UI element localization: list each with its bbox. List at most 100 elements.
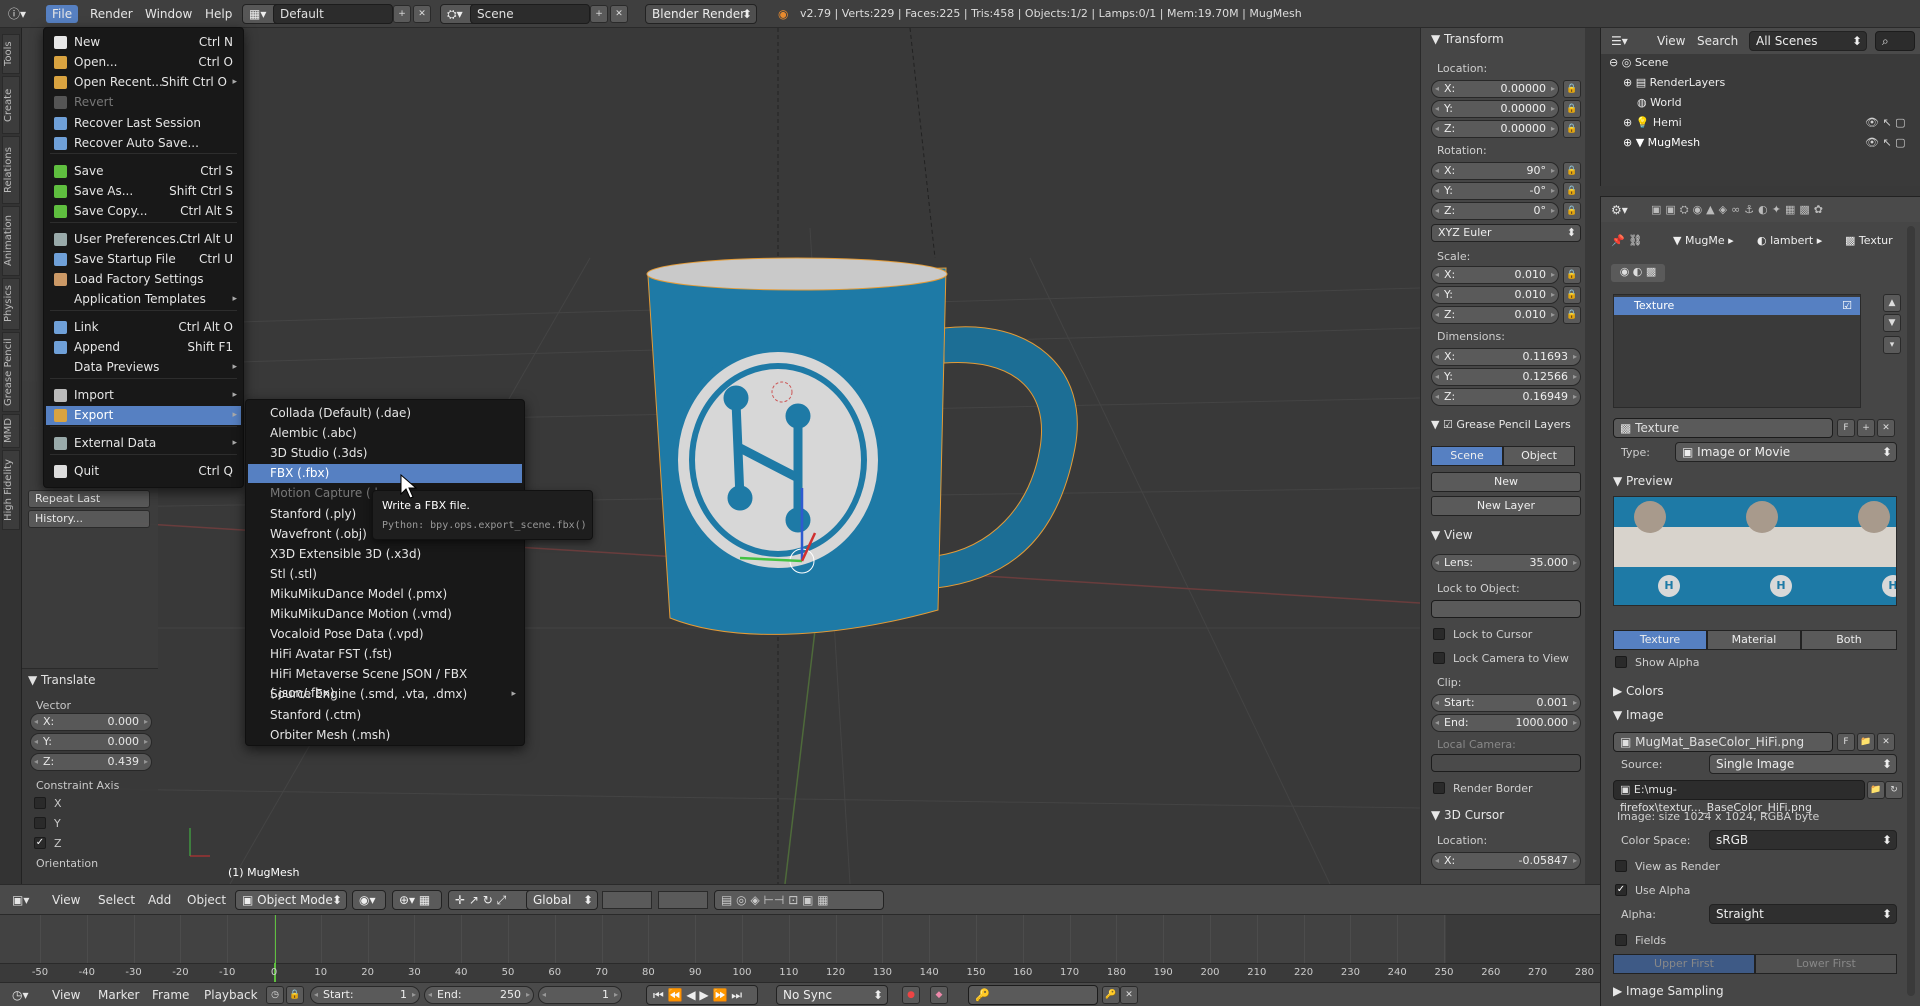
export-item-9[interactable]: MikuMikuDance Model (.pmx) (248, 585, 522, 604)
timeline-menu-view[interactable]: View (52, 985, 80, 1005)
outliner-filter-select[interactable]: All Scenes ⬍ (1749, 31, 1867, 51)
layout-field[interactable]: Default (273, 4, 393, 24)
rotation-mode-select[interactable]: XYZ Euler ⬍ (1431, 224, 1581, 242)
start-frame-field[interactable]: ◂ Start: 1 ▸ (310, 986, 420, 1004)
alpha-mode-select[interactable]: Straight ⬍ (1709, 904, 1897, 924)
visibility-eye-icon[interactable]: 👁 ↖ ▢ (1865, 136, 1906, 149)
record-icon[interactable]: ● (902, 986, 920, 1004)
export-item-16[interactable]: Orbiter Mesh (.msh) (248, 726, 522, 745)
constraint-x-checkbox[interactable] (34, 797, 46, 809)
property-context-icons[interactable]: ▣▣⛭◉▲◈∞⚓◐✦▦▩✿ (1651, 200, 1827, 220)
use-alpha-checkbox[interactable]: ✓ (1615, 884, 1627, 896)
lock-location-y-icon[interactable]: 🔒 (1563, 100, 1581, 118)
timeline-editor-icon[interactable]: ◷▾ (12, 985, 29, 1005)
menu-window[interactable]: Window (145, 5, 192, 23)
export-item-15[interactable]: Stanford (.ctm) (248, 706, 522, 725)
slot-up-icon[interactable]: ▲ (1883, 294, 1901, 312)
shading-select-icon[interactable]: ◉▾ (352, 890, 386, 910)
viewport-menu-view[interactable]: View (52, 890, 80, 910)
timeline-menu-marker[interactable]: Marker (98, 985, 139, 1005)
tab-high-fidelity[interactable]: High Fidelity (2, 450, 20, 530)
export-item-2[interactable]: 3D Studio (.3ds) (248, 444, 522, 463)
texture-name-field[interactable]: ▩ Texture (1613, 418, 1833, 438)
tab-animation[interactable]: Animation (2, 206, 20, 276)
playback-controls[interactable]: ⏮ ⏪ ◀ ▶ ⏩ ⏭ (646, 985, 758, 1005)
show-alpha-checkbox[interactable] (1615, 656, 1627, 668)
viewport-menu-object[interactable]: Object (187, 890, 226, 910)
lock-rotation-x-icon[interactable]: 🔒 (1563, 162, 1581, 180)
tab-grease-pencil[interactable]: Grease Pencil (2, 332, 20, 412)
pivot-select-icon[interactable]: ⊕▾ ▦ (392, 890, 442, 910)
3d-cursor-header[interactable]: ▼ 3D Cursor (1431, 808, 1504, 822)
lock-location-x-icon[interactable]: 🔒 (1563, 80, 1581, 98)
viewport-editor-icon[interactable]: ▣▾ (12, 890, 29, 910)
sync-select[interactable]: No Sync ⬍ (776, 985, 888, 1005)
scale-x-field[interactable]: ◂ X: 0.010 ▸ (1431, 266, 1559, 284)
lock-rotation-y-icon[interactable]: 🔒 (1563, 182, 1581, 200)
texture-slot-list[interactable]: Texture ☑ (1613, 294, 1861, 408)
dimension-x-field[interactable]: ◂ X: 0.11693 ▸ (1431, 348, 1581, 366)
layers-grid-1[interactable] (602, 891, 652, 909)
end-frame-field[interactable]: ◂ End: 250 ▸ (424, 986, 534, 1004)
view-header[interactable]: ▼ View (1431, 528, 1473, 542)
dimension-y-field[interactable]: ◂ Y: 0.12566 ▸ (1431, 368, 1581, 386)
constraint-z-checkbox[interactable]: ✓ (34, 837, 46, 849)
render-engine-select[interactable]: Blender Render ⬍ (645, 4, 757, 24)
file-menu-item-revert[interactable]: Revert (46, 93, 241, 112)
mode-select[interactable]: ▣ Object Mode ⬍ (235, 890, 347, 910)
outliner-editor-icon[interactable]: ☰▾ (1611, 31, 1628, 51)
image-open-icon[interactable]: 📁 (1857, 733, 1875, 751)
export-item-7[interactable]: X3D Extensible 3D (.x3d) (248, 545, 522, 564)
file-menu-item-save-startup-file[interactable]: Save Startup File Ctrl U (46, 250, 241, 269)
lock-location-z-icon[interactable]: 🔒 (1563, 120, 1581, 138)
file-menu-item-data-previews[interactable]: Data Previews ▸ (46, 358, 241, 377)
grease-scene-tab[interactable]: Scene (1431, 446, 1503, 466)
rotation-x-field[interactable]: ◂ X: 90° ▸ (1431, 162, 1559, 180)
texture-type-icons[interactable]: ◉ ◐ ▩ (1611, 264, 1665, 282)
cursor-x-field[interactable]: ◂ X: -0.05847 ▸ (1431, 852, 1581, 870)
outliner-menu-view[interactable]: View (1657, 31, 1685, 51)
properties-editor-icon[interactable]: ⚙▾ (1611, 200, 1628, 220)
lock-object-field[interactable] (1431, 600, 1581, 618)
image-unlink-icon[interactable]: ✕ (1877, 733, 1895, 751)
visibility-eye-icon[interactable]: 👁 ↖ ▢ (1865, 116, 1906, 129)
file-menu-item-open-recent[interactable]: Open Recent... Shift Ctrl O ▸ (46, 73, 241, 92)
color-space-select[interactable]: sRGB ⬍ (1709, 830, 1897, 850)
fake-user-icon[interactable]: F (1837, 419, 1855, 437)
timeline[interactable]: -50 -40 -30 -20 -10 0 10 20 30 40 50 60 70 80 90 100 110… (0, 914, 1600, 983)
grease-pencil-header[interactable]: ▼ ☑ Grease Pencil Layers (1431, 418, 1571, 431)
slot-down-icon[interactable]: ▼ (1883, 314, 1901, 332)
file-menu-item-recover-last-session[interactable]: Recover Last Session (46, 114, 241, 133)
grease-object-tab[interactable]: Object (1503, 446, 1575, 466)
rotation-z-field[interactable]: ◂ Z: 0° ▸ (1431, 202, 1559, 220)
image-path-field[interactable]: ▣ E:\mug-firefox\textur..._BaseColor_HiF… (1613, 780, 1865, 814)
outliner-item-renderlayers[interactable]: ⊕ ▤ RenderLayers (1623, 76, 1725, 89)
translate-header[interactable]: ▼ Translate (28, 673, 96, 687)
image-name-field[interactable]: ▣ MugMat_BaseColor_HiFi.png (1613, 732, 1833, 752)
render-border-checkbox[interactable] (1433, 782, 1445, 794)
export-item-0[interactable]: Collada (Default) (.dae) (248, 404, 522, 423)
file-menu-item-import[interactable]: Import ▸ (46, 386, 241, 405)
texture-slot-item[interactable]: Texture ☑ (1614, 297, 1860, 315)
file-menu-item-save-as[interactable]: Save As... Shift Ctrl S (46, 182, 241, 201)
file-menu-item-quit[interactable]: Quit Ctrl Q (46, 462, 241, 481)
history-button[interactable]: History... (28, 510, 150, 528)
export-item-3[interactable]: FBX (.fbx) (248, 464, 522, 484)
browse-path-icon[interactable]: 📁 (1867, 781, 1885, 799)
file-menu-item-save[interactable]: Save Ctrl S (46, 162, 241, 181)
preview-both-tab[interactable]: Both (1801, 630, 1897, 650)
clip-end-field[interactable]: ◂ End: 1000.000 ▸ (1431, 714, 1581, 732)
outliner-item-scene[interactable]: ⊖ ◎ Scene (1609, 56, 1668, 69)
properties-scrollbar[interactable] (1907, 226, 1915, 996)
scene-field[interactable]: Scene (470, 4, 590, 24)
remove-scene-icon[interactable]: ✕ (610, 5, 628, 23)
file-menu-item-recover-auto-save[interactable]: Recover Auto Save... (46, 134, 241, 153)
new-layer-button[interactable]: New Layer (1431, 496, 1581, 516)
translate-y-field[interactable]: ◂ Y: 0.000 ▸ (30, 733, 152, 751)
add-layout-icon[interactable]: + (393, 5, 411, 23)
location-x-field[interactable]: ◂ X: 0.00000 ▸ (1431, 80, 1559, 98)
breadcrumb-texture[interactable]: ▩ Textur (1845, 234, 1893, 247)
slot-menu-icon[interactable]: ▾ (1883, 336, 1901, 354)
file-menu-item-application-templates[interactable]: Application Templates ▸ (46, 290, 241, 309)
rotation-y-field[interactable]: ◂ Y: -0° ▸ (1431, 182, 1559, 200)
